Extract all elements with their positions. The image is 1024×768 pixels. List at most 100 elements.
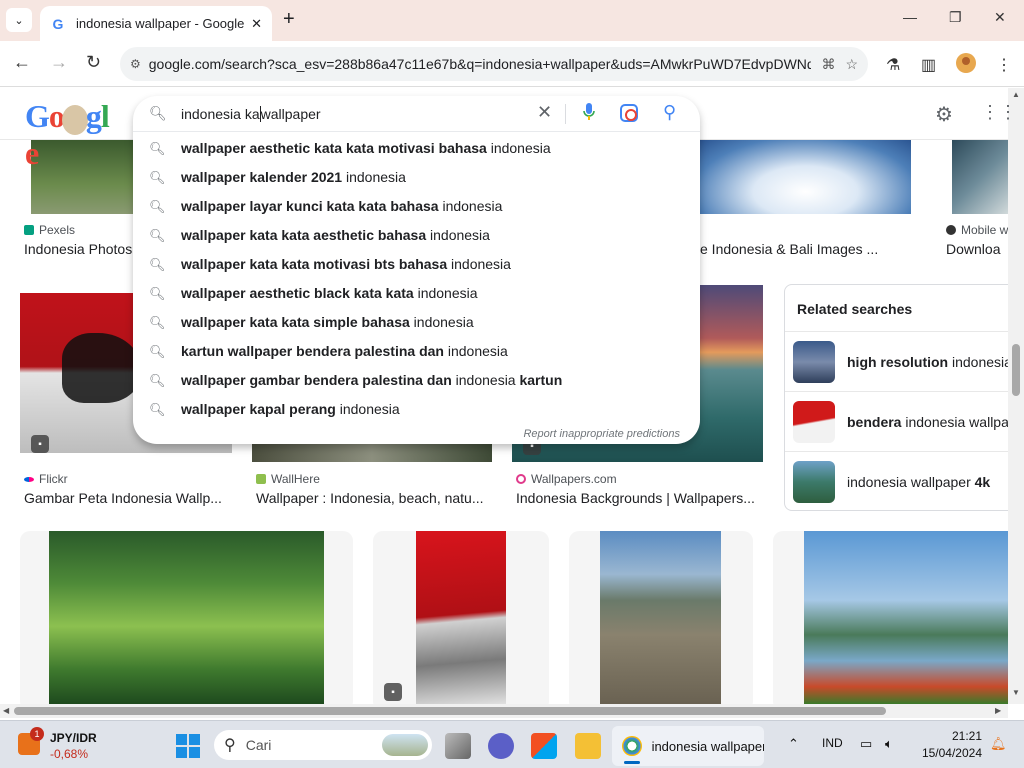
profile-avatar[interactable] [956, 53, 976, 73]
notification-bell-icon[interactable]: 🔔︎ [990, 736, 1007, 752]
result-caption[interactable]: e Indonesia & Bali Images ... [700, 241, 920, 257]
minimize-icon[interactable]: — [903, 9, 917, 25]
labs-icon[interactable]: ⚗ [886, 55, 900, 75]
divider [565, 104, 566, 124]
volume-icon[interactable]: 🔈︎ [885, 736, 893, 752]
vertical-scroll-thumb[interactable] [1012, 344, 1020, 396]
suggestion-item[interactable]: 🔍︎ wallpaper aesthetic kata kata motivasi… [133, 134, 700, 163]
result-source[interactable]: Wallpapers.com [516, 472, 617, 486]
search-icon: 🔍︎ [149, 199, 166, 214]
search-icon: 🔍︎ [149, 373, 166, 388]
site-info-icon[interactable]: ⚙ [130, 57, 141, 71]
clock[interactable]: 21:21 15/04/2024 [910, 729, 982, 760]
image-badge-icon: ▪ [384, 683, 402, 701]
search-input[interactable]: indonesia kawallpaper [181, 106, 321, 122]
suggestion-item[interactable]: 🔍︎ wallpaper kalender 2021 indonesia [133, 163, 700, 192]
related-item[interactable]: indonesia wallpaper 4k [785, 451, 1008, 510]
file-explorer-icon[interactable] [575, 733, 601, 759]
mic-icon[interactable] [583, 103, 595, 121]
start-button[interactable] [176, 734, 200, 758]
search-icon: 🔍︎ [149, 170, 166, 185]
address-bar[interactable]: ⚙ google.com/search?sca_esv=288b86a47c11… [120, 47, 868, 81]
teams-icon[interactable] [488, 733, 514, 759]
tab-active[interactable]: G indonesia wallpaper - Google Se... ✕ [40, 6, 272, 41]
translate-icon[interactable]: ⌘ [821, 56, 835, 73]
result-caption[interactable]: Downloa [946, 241, 1008, 257]
result-source[interactable]: WallHere [256, 472, 320, 486]
result-image[interactable] [416, 531, 506, 704]
suggestion-item[interactable]: 🔍︎ wallpaper kata kata simple bahasa indo… [133, 308, 700, 337]
new-tab-button[interactable]: + [283, 8, 295, 31]
suggestion-item[interactable]: 🔍︎ wallpaper aesthetic black kata kata in… [133, 279, 700, 308]
result-image[interactable] [952, 140, 1008, 214]
result-image[interactable] [804, 531, 1008, 704]
google-doodle-logo[interactable]: Go gle [25, 98, 119, 171]
related-item[interactable]: high resolution indonesia [785, 331, 1008, 391]
result-caption[interactable]: Gambar Peta Indonesia Wallp... [24, 490, 230, 506]
horizontal-scrollbar[interactable]: ◀ ▶ [0, 704, 1008, 718]
result-image[interactable] [600, 531, 721, 704]
taskbar-chrome-window[interactable]: indonesia wallpaper [612, 726, 764, 766]
suggestion-item[interactable]: 🔍︎ wallpaper gambar bendera palestina dan… [133, 366, 700, 395]
restore-icon[interactable]: ❐ [949, 9, 962, 26]
suggestion-item[interactable]: 🔍︎ wallpaper kata kata motivasi bts bahas… [133, 250, 700, 279]
gear-icon[interactable]: ⚙ [935, 102, 953, 127]
search-icon: 🔍︎ [149, 257, 166, 272]
task-view-icon[interactable] [445, 733, 471, 759]
tab-title: indonesia wallpaper - Google Se... [76, 16, 245, 31]
result-image[interactable] [49, 531, 324, 704]
report-predictions-link[interactable]: Report inappropriate predictions [523, 428, 680, 440]
widget-title: JPY/IDR [50, 731, 97, 745]
store-icon[interactable] [531, 733, 557, 759]
search-submit-icon[interactable]: ⚲ [663, 102, 676, 123]
image-badge-icon: ▪ [31, 435, 49, 453]
network-icon[interactable]: ▭ [860, 736, 872, 752]
result-source[interactable]: Flickr [24, 472, 68, 486]
sidebar-icon[interactable]: ▥ [921, 55, 936, 75]
suggestion-item[interactable]: 🔍︎ wallpaper layar kunci kata kata bahasa… [133, 192, 700, 221]
search-icon: 🔍︎ [149, 228, 166, 243]
language-indicator[interactable]: IND [822, 736, 843, 750]
chevron-up-icon[interactable]: ⌃ [788, 736, 799, 752]
reload-button[interactable]: ↻ [86, 52, 101, 73]
menu-dots-icon[interactable]: ⋮ [996, 55, 1012, 75]
widget-change: -0,68% [50, 747, 89, 761]
lens-icon[interactable] [620, 104, 638, 122]
clock-date: 15/04/2024 [921, 746, 982, 760]
taskbar-search[interactable]: ⚲ Cari [214, 730, 432, 760]
suggestion-item[interactable]: 🔍︎ kartun wallpaper bendera palestina dan… [133, 337, 700, 366]
result-image[interactable] [700, 140, 911, 214]
apps-grid-icon[interactable]: ⋮⋮ [981, 102, 1017, 123]
related-item[interactable]: bendera indonesia wallpa [785, 391, 1008, 451]
bookmark-star-icon[interactable]: ☆ [845, 56, 858, 73]
search-icon: 🔍︎ [149, 105, 167, 121]
search-icon: 🔍︎ [149, 141, 166, 156]
related-title: Related searches [797, 301, 913, 317]
vertical-scrollbar[interactable]: ▲ ▼ [1008, 88, 1024, 704]
close-window-icon[interactable]: ✕ [994, 9, 1006, 26]
search-icon: 🔍︎ [149, 286, 166, 301]
tab-close-icon[interactable]: ✕ [251, 16, 262, 32]
result-source[interactable]: Pexels [24, 223, 75, 237]
result-caption[interactable]: Indonesia Photos [24, 241, 134, 257]
result-caption[interactable]: Indonesia Backgrounds | Wallpapers... [516, 490, 764, 506]
stocks-widget[interactable]: 1 JPY/IDR -0,68% [18, 727, 118, 763]
back-button[interactable]: ← [13, 52, 31, 73]
suggestion-item[interactable]: 🔍︎ wallpaper kata kata aesthetic bahasa i… [133, 221, 700, 250]
tab-strip: ⌄ G indonesia wallpaper - Google Se... ✕… [0, 0, 1024, 41]
search-icon: 🔍︎ [149, 344, 166, 359]
result-source[interactable]: Mobile w [946, 223, 1008, 237]
clock-time: 21:21 [951, 729, 982, 743]
suggestion-item[interactable]: 🔍︎ wallpaper kapal perang indonesia [133, 395, 700, 424]
notification-badge: 1 [30, 727, 44, 741]
result-caption[interactable]: Wallpaper : Indonesia, beach, natu... [256, 490, 488, 506]
taskbar: 1 JPY/IDR -0,68% ⚲ Cari indonesia wallpa… [0, 720, 1024, 768]
clear-icon[interactable]: ✕ [537, 102, 552, 123]
horizontal-scroll-thumb[interactable] [14, 707, 886, 715]
url-text[interactable]: google.com/search?sca_esv=288b86a47c11e6… [149, 56, 812, 72]
tab-search-button[interactable]: ⌄ [6, 8, 32, 32]
search-icon: ⚲ [224, 737, 236, 754]
active-window-title: indonesia wallpaper [651, 738, 764, 754]
result-image[interactable] [31, 140, 133, 214]
forward-button[interactable]: → [50, 52, 68, 73]
